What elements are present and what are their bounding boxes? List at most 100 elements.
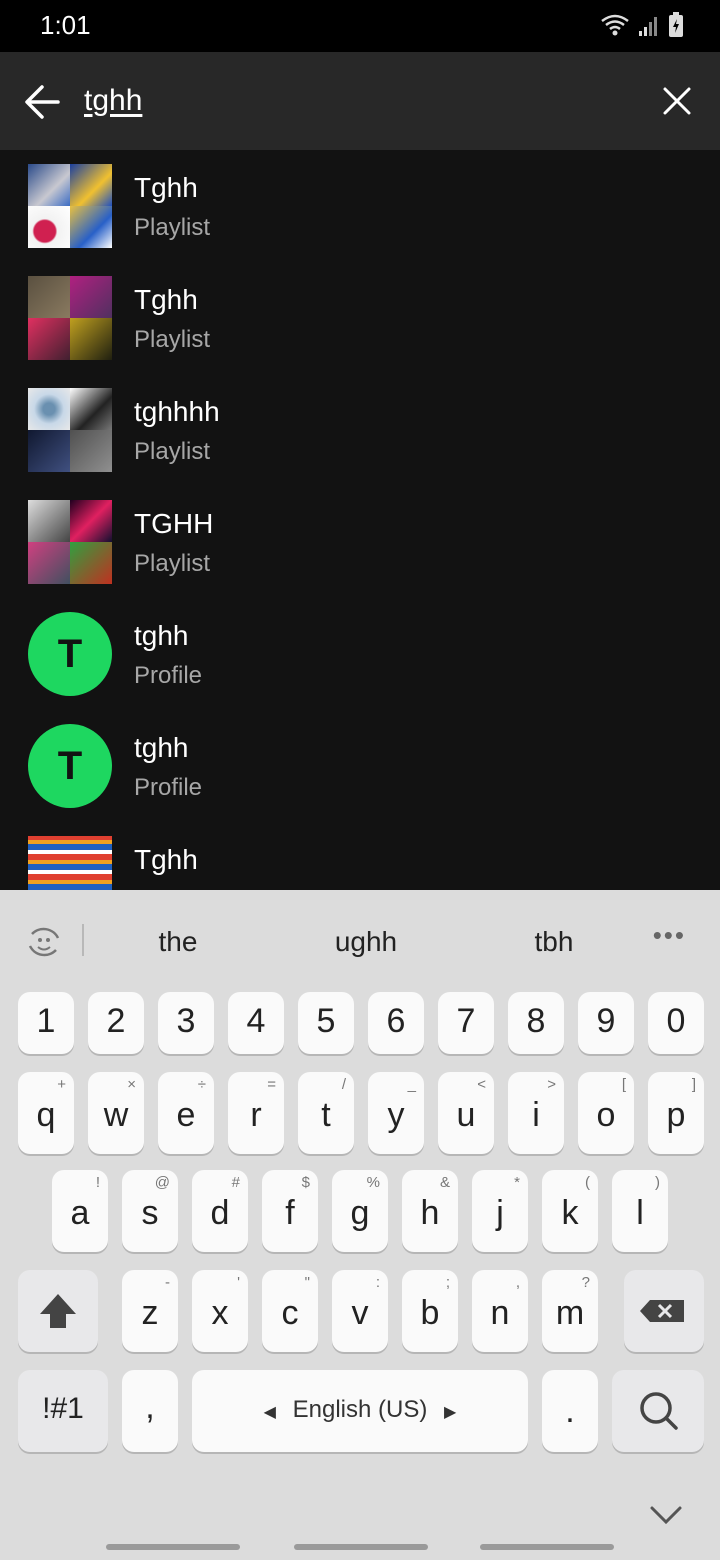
avatar: T [28,724,112,808]
key-y-label: y [387,1096,405,1134]
key-4-label: 4 [246,1002,266,1040]
nav-bar-back[interactable] [480,1544,614,1550]
key-q-secondary-label: + [57,1076,66,1093]
key-5[interactable]: 5 [298,992,354,1054]
backspace-icon [640,1300,684,1322]
search-key[interactable] [612,1370,704,1452]
more-options-icon[interactable]: ••• [653,920,686,951]
nav-bar-recents[interactable] [106,1544,240,1550]
key-w-label: w [103,1096,129,1134]
key-4[interactable]: 4 [228,992,284,1054]
key-d-secondary-label: # [231,1174,240,1191]
space-key[interactable]: ◀ English (US) ▶ [192,1370,528,1452]
period-key[interactable]: . [542,1370,598,1452]
key-d[interactable]: d # [192,1170,248,1252]
key-o[interactable]: o[ [578,1072,634,1154]
key-m[interactable]: m? [542,1270,598,1352]
key-t-secondary-label: / [341,1076,346,1093]
suggestion-2[interactable]: ughh [296,926,436,958]
key-c[interactable]: c " [262,1270,318,1352]
suggestion-3[interactable]: tbh [484,926,624,958]
key-a-label: a [70,1194,90,1232]
key-i[interactable]: i > [508,1072,564,1154]
nav-bar-home[interactable] [294,1544,428,1550]
key-z[interactable]: z- [122,1270,178,1352]
key-u-label: u [456,1096,476,1134]
list-item[interactable]: TGHH Playlist [0,486,720,598]
key-v[interactable]: v: [332,1270,388,1352]
space-key-content: ◀ English (US) ▶ [192,1396,528,1424]
key-0-label: 0 [666,1002,686,1040]
key-7[interactable]: 7 [438,992,494,1054]
comma-key[interactable]: , [122,1370,178,1452]
key-q[interactable]: q + [18,1072,74,1154]
key-u[interactable]: u < [438,1072,494,1154]
right-arrow-icon: ▶ [444,1404,457,1421]
wifi-icon [601,14,629,36]
key-i-label: i [532,1096,540,1134]
symbols-key[interactable]: !#1 [18,1370,108,1452]
key-p[interactable]: p] [648,1072,704,1154]
key-y[interactable]: y _ [368,1072,424,1154]
key-s-secondary-label: @ [154,1174,170,1191]
key-9-label: 9 [596,1002,616,1040]
shift-key[interactable] [18,1270,98,1352]
key-k[interactable]: k( [542,1170,598,1252]
key-8-label: 8 [526,1002,546,1040]
result-subtitle: Playlist [134,326,211,353]
key-s[interactable]: s @ [122,1170,178,1252]
key-q-label: q [36,1096,56,1134]
key-f-label: f [285,1194,295,1232]
list-item[interactable]: T tghh Profile [0,598,720,710]
key-w-secondary-label: × [127,1076,136,1093]
key-n[interactable]: n, [472,1270,528,1352]
key-k-label: k [561,1194,579,1232]
back-arrow-icon[interactable] [22,82,64,122]
key-g[interactable]: g% [332,1170,388,1252]
key-7-label: 7 [456,1002,476,1040]
key-x[interactable]: x ' [192,1270,248,1352]
list-item[interactable]: Tghh Playlist [0,150,720,262]
key-x-secondary-label: ' [237,1274,240,1291]
key-r[interactable]: r = [228,1072,284,1154]
key-w[interactable]: w × [88,1072,144,1154]
key-2[interactable]: 2 [88,992,144,1054]
key-j-secondary-label: * [514,1174,520,1191]
key-f[interactable]: f $ [262,1170,318,1252]
list-item[interactable]: tghhhh Playlist [0,374,720,486]
key-h-label: h [420,1194,440,1232]
key-a[interactable]: a! [52,1170,108,1252]
key-1[interactable]: 1 [18,992,74,1054]
list-item[interactable]: Tghh Playlist [0,262,720,374]
key-z-secondary-label: - [165,1274,170,1291]
key-h-secondary-label: & [439,1174,450,1191]
key-h[interactable]: h & [402,1170,458,1252]
comma-key-label: , [145,1388,155,1426]
key-b[interactable]: b; [402,1270,458,1352]
result-title: Tghh [134,844,198,875]
key-0[interactable]: 0 [648,992,704,1054]
emoji-refresh-icon[interactable] [24,922,64,962]
key-8[interactable]: 8 [508,992,564,1054]
key-3[interactable]: 3 [158,992,214,1054]
list-item[interactable]: Tghh [0,822,720,890]
search-input[interactable]: tghh [84,84,142,118]
result-title: tghh [134,732,189,763]
close-icon[interactable] [662,86,692,116]
key-t[interactable]: t / [298,1072,354,1154]
left-arrow-icon: ◀ [263,1404,276,1421]
result-subtitle: Profile [134,662,203,689]
key-l[interactable]: l) [612,1170,668,1252]
list-item[interactable]: T tghh Profile [0,710,720,822]
suggestion-1[interactable]: the [108,926,248,958]
key-9[interactable]: 9 [578,992,634,1054]
key-m-secondary-label: ? [581,1274,590,1291]
backspace-key[interactable] [624,1270,704,1352]
key-r-label: r [250,1096,262,1134]
key-e[interactable]: e ÷ [158,1072,214,1154]
period-key-label: . [565,1392,575,1430]
key-6[interactable]: 6 [368,992,424,1054]
key-j[interactable]: j * [472,1170,528,1252]
key-s-label: s [141,1194,159,1232]
chevron-down-icon[interactable] [648,1500,684,1528]
